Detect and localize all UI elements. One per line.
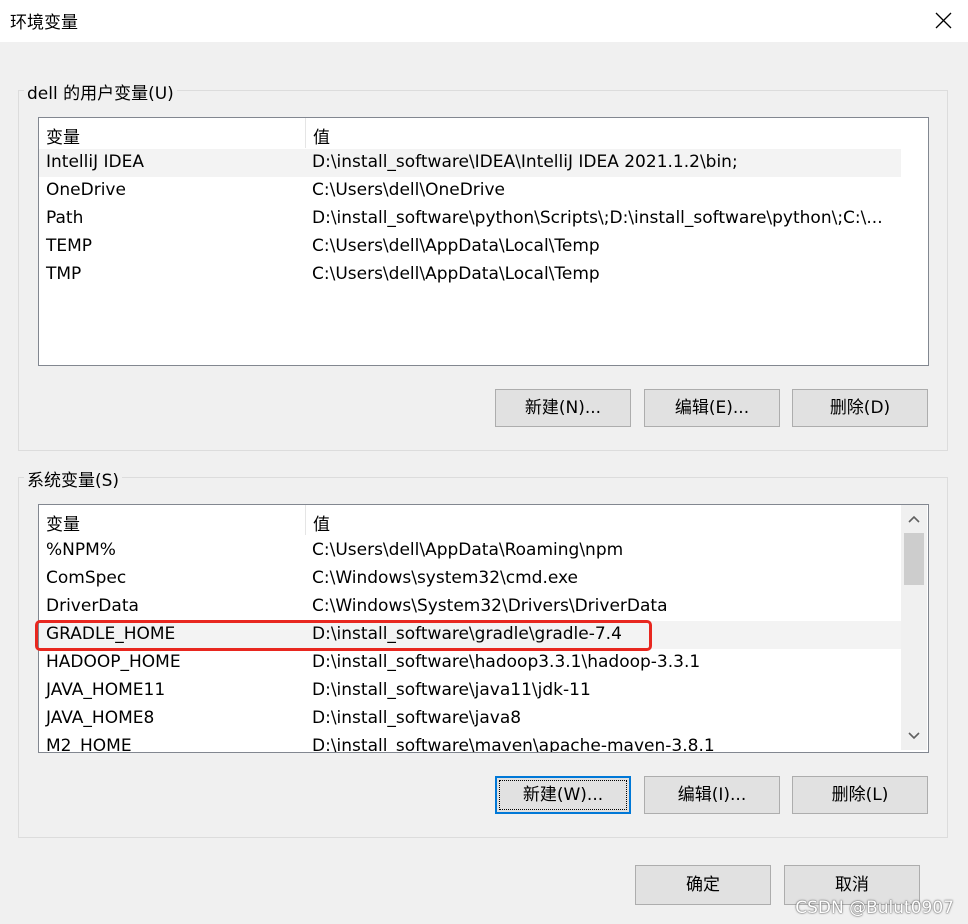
scroll-down-button[interactable]	[901, 722, 927, 750]
user-edit-button[interactable]: 编辑(E)...	[644, 389, 780, 427]
list-row[interactable]: M2_HOME D:\install_software\maven\apache…	[39, 733, 901, 753]
variable-name: Path	[46, 208, 84, 228]
list-row[interactable]: Path D:\install_software\python\Scripts\…	[39, 205, 901, 233]
variable-name: TEMP	[46, 236, 93, 256]
variable-value: D:\install_software\IDEA\IntelliJ IDEA 2…	[312, 152, 738, 172]
list-row[interactable]: %NPM% C:\Users\dell\AppData\Roaming\npm	[39, 537, 901, 565]
title-bar: 环境变量	[0, 0, 968, 42]
variable-value: C:\Users\dell\AppData\Local\Temp	[312, 236, 600, 256]
list-header: 变量 值	[39, 505, 901, 535]
variable-name: %NPM%	[46, 540, 116, 560]
column-header-value-label: 值	[313, 515, 330, 535]
variable-name: TMP	[46, 264, 82, 284]
variable-name: ComSpec	[46, 568, 127, 588]
list-header: 变量 值	[39, 118, 901, 148]
variable-value: C:\Windows\System32\Drivers\DriverData	[312, 596, 668, 616]
list-row[interactable]: HADOOP_HOME D:\install_software\hadoop3.…	[39, 649, 901, 677]
close-icon	[935, 12, 952, 29]
vertical-scrollbar[interactable]	[901, 505, 927, 750]
user-delete-button[interactable]: 删除(D)	[792, 389, 928, 427]
list-row[interactable]: TMP C:\Users\dell\AppData\Local\Temp	[39, 261, 901, 289]
list-row[interactable]: IntelliJ IDEA D:\install_software\IDEA\I…	[39, 149, 901, 177]
chevron-up-icon	[908, 515, 920, 523]
list-row[interactable]: ComSpec C:\Windows\system32\cmd.exe	[39, 565, 901, 593]
variable-value: D:\install_software\java8	[312, 708, 522, 728]
variable-name: DriverData	[46, 596, 139, 616]
user-new-button[interactable]: 新建(N)...	[495, 389, 631, 427]
environment-variables-dialog: 环境变量 dell 的用户变量(U) 变量 值 IntelliJ IDEA D:…	[0, 0, 968, 924]
scroll-up-button[interactable]	[901, 505, 927, 533]
variable-value: C:\Windows\system32\cmd.exe	[312, 568, 579, 588]
variable-name: OneDrive	[46, 180, 126, 200]
list-row[interactable]: JAVA_HOME8 D:\install_software\java8	[39, 705, 901, 733]
watermark: CSDN @Bulut0907	[795, 898, 954, 918]
chevron-down-icon	[908, 732, 920, 740]
scroll-thumb[interactable]	[904, 533, 924, 585]
user-variables-list[interactable]: 变量 值 IntelliJ IDEA D:\install_software\I…	[38, 117, 929, 366]
column-header-value[interactable]: 值	[306, 505, 901, 535]
variable-value: C:\Users\dell\AppData\Local\Temp	[312, 264, 600, 284]
variable-value: D:\install_software\python\Scripts\;D:\i…	[312, 208, 883, 228]
system-new-button[interactable]: 新建(W)...	[495, 776, 631, 814]
column-header-variable[interactable]: 变量	[39, 505, 306, 535]
ok-button[interactable]: 确定	[635, 865, 771, 905]
highlight-annotation	[35, 620, 652, 651]
variable-value: C:\Users\dell\AppData\Roaming\npm	[312, 540, 624, 560]
close-button[interactable]	[918, 0, 968, 42]
variable-name: HADOOP_HOME	[46, 652, 181, 672]
variable-name: JAVA_HOME11	[46, 680, 166, 700]
system-variables-label: 系统变量(S)	[24, 466, 123, 491]
list-row[interactable]: JAVA_HOME11 D:\install_software\java11\j…	[39, 677, 901, 705]
variable-value: D:\install_software\maven\apache-maven-3…	[312, 736, 715, 753]
column-header-variable-label: 变量	[46, 515, 80, 535]
variable-value: D:\install_software\hadoop3.3.1\hadoop-3…	[312, 652, 701, 672]
variable-value: C:\Users\dell\OneDrive	[312, 180, 506, 200]
variable-value: D:\install_software\java11\jdk-11	[312, 680, 591, 700]
window-title: 环境变量	[10, 13, 78, 33]
variable-name: M2_HOME	[46, 736, 132, 753]
list-row[interactable]: TEMP C:\Users\dell\AppData\Local\Temp	[39, 233, 901, 261]
variable-name: JAVA_HOME8	[46, 708, 155, 728]
column-header-variable[interactable]: 变量	[39, 118, 306, 148]
system-edit-button[interactable]: 编辑(I)...	[644, 776, 780, 814]
list-row[interactable]: OneDrive C:\Users\dell\OneDrive	[39, 177, 901, 205]
user-variables-label: dell 的用户变量(U)	[24, 79, 177, 104]
column-header-variable-label: 变量	[46, 128, 80, 148]
column-header-value[interactable]: 值	[306, 118, 901, 148]
list-row[interactable]: DriverData C:\Windows\System32\Drivers\D…	[39, 593, 901, 621]
system-delete-button[interactable]: 删除(L)	[792, 776, 928, 814]
variable-name: IntelliJ IDEA	[46, 152, 144, 172]
column-header-value-label: 值	[313, 128, 330, 148]
